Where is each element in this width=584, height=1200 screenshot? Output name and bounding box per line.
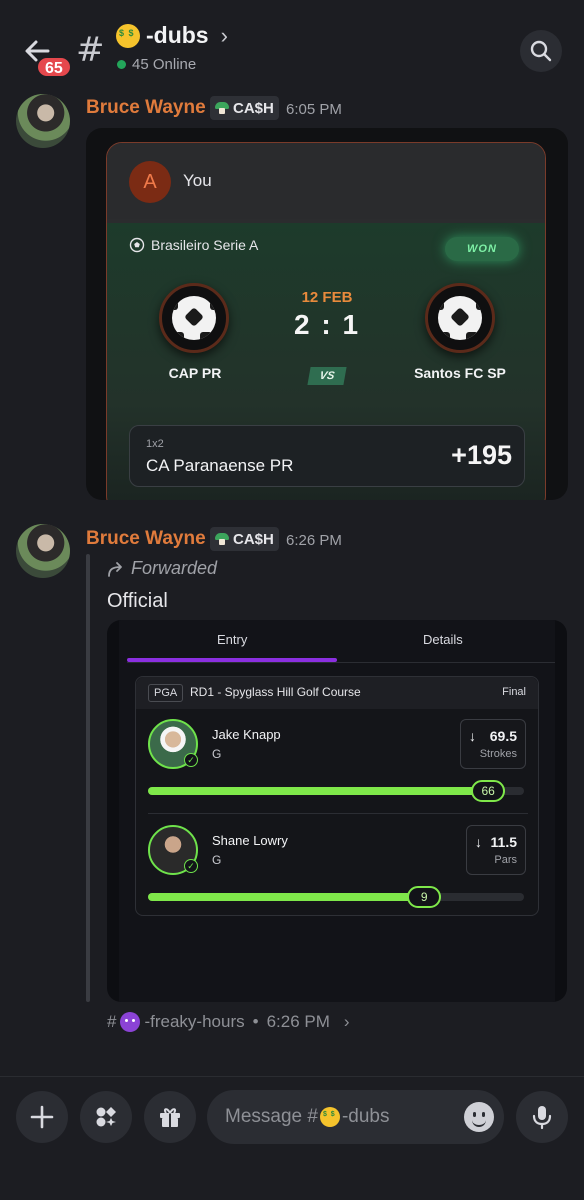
author-name[interactable]: Bruce Wayne [86,528,206,550]
message[interactable]: Bruce Wayne CA$H 6:26 PM Forwarded Offic… [0,0,584,1060]
gift-button[interactable] [144,1091,196,1143]
gift-icon [160,1108,180,1127]
devil-emoji [120,1012,141,1032]
event-status: Final [502,686,526,698]
progress-bar: 66 [148,780,524,802]
role-tag: CA$H [210,527,279,551]
check-icon: ✓ [184,859,198,873]
composer-bar: Message # -dubs [0,1076,584,1200]
emoji-icon[interactable] [464,1102,494,1132]
check-icon: ✓ [184,753,198,767]
divider [148,813,528,814]
message-input[interactable]: Message # -dubs [207,1090,504,1144]
player-name: Shane Lowry [212,833,288,848]
forwarded-text: Forwarded [131,558,218,578]
league-pill: PGA [148,684,184,702]
forward-bar [86,554,90,1002]
divider [127,662,555,663]
player-position: G [212,747,222,761]
progress-bar: 9 [148,886,524,908]
stat-line-value: 11.5 [490,834,517,850]
avatar[interactable] [16,524,70,578]
role-tag-label: CA$H [233,530,274,548]
tab-entry: Entry [217,632,248,647]
stat-line-value: 69.5 [489,728,517,744]
event-header: PGA RD1 - Spyglass Hill Golf Course Fina… [136,677,538,709]
chevron-right-icon: › [343,1012,350,1031]
thread-name: -freaky-hours [144,1012,245,1031]
forward-icon [108,561,122,577]
entry-card: Entry Details PGA RD1 - Spyglass Hill Go… [119,620,555,1002]
player-name: Jake Knapp [212,727,281,742]
mushroom-icon [215,533,229,545]
arrow-down-icon: ↓ [469,728,476,744]
tab-details: Details [423,632,463,647]
message-text: Official [107,590,168,612]
money-face-emoji [319,1107,340,1127]
voice-button[interactable] [516,1091,568,1143]
event-panel: PGA RD1 - Spyglass Hill Golf Course Fina… [135,676,539,916]
timestamp: 6:26 PM [286,532,342,549]
placeholder-prefix: Message # [225,1106,318,1127]
thread-time: 6:26 PM [266,1012,330,1031]
plus-icon [30,1105,54,1129]
stat-label: Strokes [479,748,517,760]
apps-button[interactable] [80,1091,132,1143]
stat-line: ↓ 11.5 Pars [466,825,526,875]
actual-value: 9 [407,886,442,908]
thread-hash: # [107,1012,117,1031]
microphone-icon [532,1106,552,1130]
progress-fill [148,787,506,795]
forwarded-label: Forwarded [107,558,217,579]
add-button[interactable] [16,1091,68,1143]
stat-label: Pars [494,854,517,866]
progress-fill [148,893,442,901]
thread-link[interactable]: # -freaky-hours • 6:26 PM › [107,1012,350,1032]
entry-image[interactable]: Entry Details PGA RD1 - Spyglass Hill Go… [107,620,567,1002]
actual-value: 66 [471,780,506,802]
message-placeholder: Message # -dubs [225,1106,389,1128]
stat-line: ↓ 69.5 Strokes [460,719,526,769]
apps-icon [96,1107,116,1127]
player-position: G [212,853,222,867]
arrow-down-icon: ↓ [475,834,482,850]
event-title: RD1 - Spyglass Hill Golf Course [190,685,361,699]
thread-separator: • [252,1012,259,1031]
placeholder-channel: -dubs [341,1106,390,1127]
